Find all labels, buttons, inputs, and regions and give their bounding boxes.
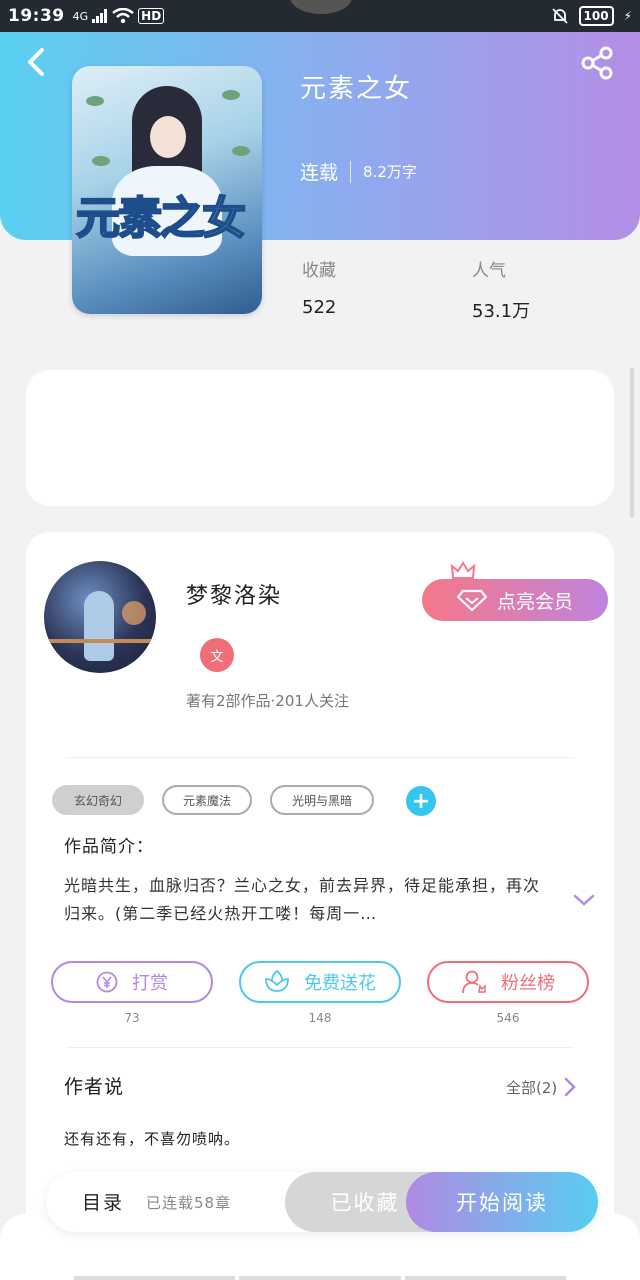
cover-face	[150, 116, 186, 158]
avatar-glow	[122, 601, 146, 625]
avatar-rail	[44, 639, 156, 643]
status-time: 19:39	[8, 6, 65, 26]
intro-title: 作品简介：	[64, 837, 154, 857]
hd-label: HD	[138, 8, 165, 24]
divider	[66, 757, 574, 758]
fan-rank-button[interactable]: 粉丝榜	[427, 961, 589, 1003]
cover-leaf	[232, 146, 250, 156]
charging-icon: ⚡	[623, 9, 632, 23]
flower-icon	[265, 970, 289, 992]
all-label: 全部(2)	[506, 1078, 558, 1097]
toc-button[interactable]: 目录	[82, 1188, 124, 1215]
stat-label: 收藏	[302, 261, 336, 281]
yen-coin-icon	[96, 971, 118, 993]
reward-count: 73	[124, 1011, 140, 1025]
wifi-icon	[112, 8, 134, 24]
start-reading-button[interactable]: 开始阅读	[406, 1172, 598, 1232]
fan-count: 546	[496, 1011, 520, 1025]
chevron-down-icon[interactable]	[572, 892, 596, 908]
stat-favorites: 收藏 522	[302, 256, 336, 318]
fan-user-icon	[462, 970, 486, 994]
battery-indicator: 100	[578, 6, 614, 26]
ad-placeholder-card	[26, 370, 614, 506]
chevron-right-icon	[565, 1077, 577, 1097]
signal-group: 4G HD	[73, 8, 165, 24]
chapter-count[interactable]: 已连载58章	[146, 1192, 231, 1213]
scrollbar[interactable]	[630, 368, 634, 518]
cover-leaf	[92, 156, 110, 166]
cover-title-art: 元素之女	[75, 193, 247, 244]
stat-value: 522	[302, 297, 337, 318]
share-icon[interactable]	[580, 46, 616, 80]
author-says-title: 作者说	[64, 1076, 125, 1098]
book-cover[interactable]: 元素之女	[72, 66, 262, 314]
book-status: 连载	[300, 162, 339, 184]
diamond-icon	[456, 589, 487, 611]
stat-value: 53.1万	[472, 301, 531, 322]
network-label: 4G	[72, 9, 89, 23]
reward-button[interactable]: 打赏	[51, 961, 213, 1003]
tag-item[interactable]: 光明与黑暗	[270, 785, 374, 815]
flower-count: 148	[308, 1011, 332, 1025]
bell-muted-icon	[551, 8, 568, 24]
book-title: 元素之女	[300, 74, 413, 104]
intro-text[interactable]: 光暗共生，血脉归否？兰心之女，前去异界，待足能承担，再次归来。(第二季已经火热开…	[64, 872, 554, 928]
back-arrow-icon[interactable]	[22, 44, 52, 80]
free-flower-label: 免费送花	[304, 973, 376, 994]
add-tag-button[interactable]: +	[406, 786, 436, 816]
cover-leaf	[222, 90, 240, 100]
vip-button-label: 点亮会员	[496, 590, 573, 613]
fan-rank-label: 粉丝榜	[501, 973, 555, 994]
divider	[66, 1047, 574, 1048]
bottom-indicator	[74, 1276, 566, 1280]
reward-label: 打赏	[132, 973, 168, 994]
avatar-figure	[84, 591, 114, 661]
author-avatar[interactable]	[44, 561, 156, 673]
author-stats: 著有2部作品·201人关注	[186, 692, 349, 710]
cover-leaf	[86, 96, 104, 106]
status-right: 100 ⚡	[551, 6, 632, 26]
word-count: 8.2万字	[363, 163, 417, 181]
meta-divider	[350, 160, 352, 183]
stat-popularity: 人气 53.1万	[472, 256, 530, 323]
tag-genre[interactable]: 玄幻奇幻	[52, 785, 144, 815]
tag-item[interactable]: 元素魔法	[162, 785, 252, 815]
author-name[interactable]: 梦黎洛染	[186, 578, 282, 610]
stat-label: 人气	[472, 261, 506, 281]
author-says-text: 还有还有，不喜勿喷呐。	[64, 1130, 241, 1148]
signal-icon	[92, 9, 108, 23]
free-flower-button[interactable]: 免费送花	[239, 961, 401, 1003]
author-says-all-link[interactable]: 全部(2)	[506, 1076, 577, 1098]
vip-button[interactable]: 点亮会员	[422, 579, 608, 621]
author-badge: 文	[200, 638, 234, 672]
book-meta: 连载 8.2万字	[300, 158, 417, 185]
